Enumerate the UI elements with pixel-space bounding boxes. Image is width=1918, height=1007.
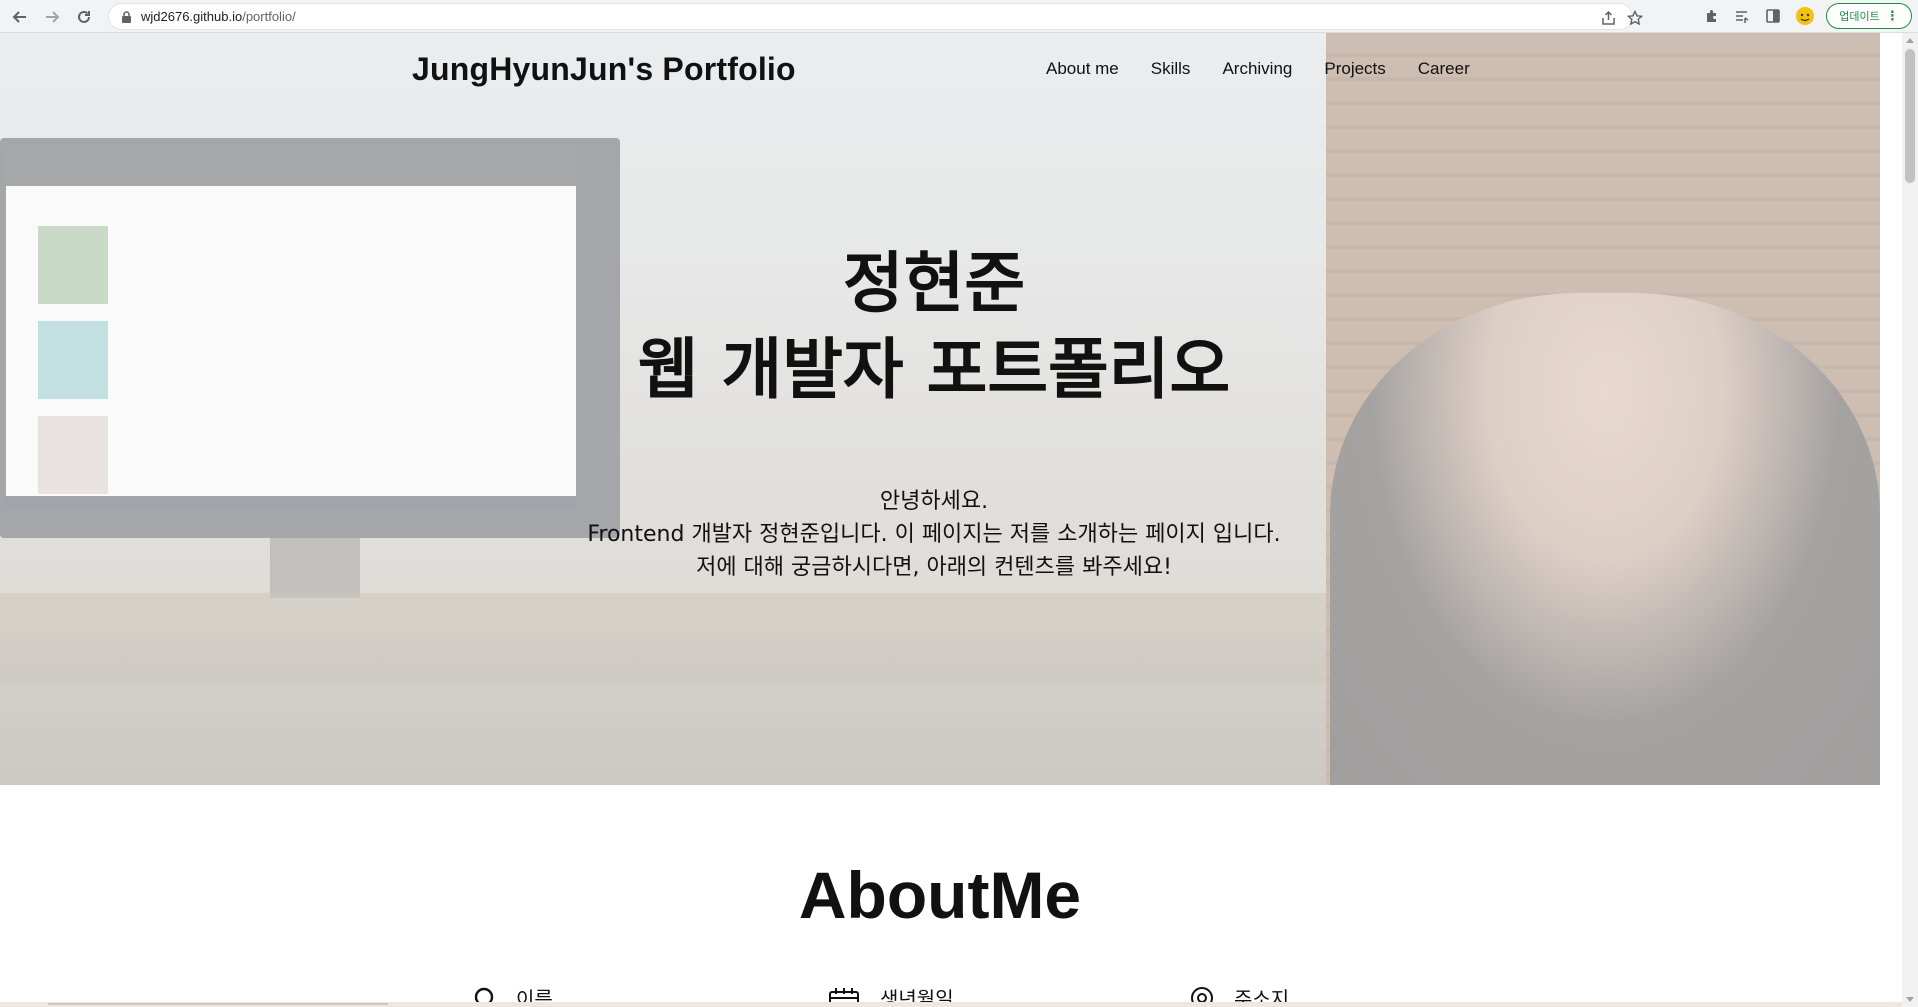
hero-intro: 안녕하세요. Frontend 개발자 정현준입니다. 이 페이지는 저를 소개… [0, 485, 1868, 584]
hero-heading-subtitle: 웹 개발자 포트폴리오 [637, 331, 1231, 408]
arrow-right-icon [46, 11, 60, 23]
scroll-down-arrow-icon[interactable] [1906, 997, 1914, 1002]
scroll-thumb[interactable] [1905, 49, 1915, 183]
more-vert-icon: ⋮ [1885, 8, 1899, 24]
update-label: 업데이트 [1839, 10, 1880, 23]
back-button[interactable] [8, 5, 32, 29]
reading-list-icon[interactable] [1731, 6, 1751, 26]
side-panel-icon[interactable] [1763, 6, 1783, 26]
site-nav: About me Skills Archiving Projects Caree… [1046, 59, 1502, 79]
scroll-up-arrow-icon[interactable] [1906, 38, 1914, 43]
hero-intro-line: Frontend 개발자 정현준입니다. 이 페이지는 저를 소개하는 페이지 … [587, 522, 1281, 547]
url-text: wjd2676.github.io/portfolio/ [141, 9, 296, 24]
address-bar[interactable]: wjd2676.github.io/portfolio/ [108, 3, 1643, 30]
nav-archiving[interactable]: Archiving [1222, 59, 1292, 79]
page-viewport: JungHyunJun's Portfolio About me Skills … [0, 33, 1902, 1007]
share-icon[interactable] [1599, 9, 1617, 27]
hero-intro-line: 안녕하세요. [879, 489, 989, 514]
hero-section: JungHyunJun's Portfolio About me Skills … [0, 33, 1880, 785]
forward-button[interactable] [40, 5, 64, 29]
reload-button[interactable] [72, 5, 96, 29]
hero-intro-line: 저에 대해 궁금하시다면, 아래의 컨텐츠를 봐주세요! [696, 555, 1172, 580]
hero-heading-name: 정현준 [842, 245, 1026, 322]
update-button[interactable]: 업데이트 ⋮ [1826, 3, 1912, 29]
arrow-left-icon [12, 11, 26, 23]
hero-heading: 정현준 웹 개발자 포트폴리오 [0, 241, 1868, 413]
lock-icon [122, 11, 131, 23]
nav-projects[interactable]: Projects [1324, 59, 1385, 79]
page-scrollbar[interactable] [1902, 33, 1918, 1007]
nav-skills[interactable]: Skills [1151, 59, 1191, 79]
about-section-title: AboutMe [798, 858, 1082, 932]
site-title[interactable]: JungHyunJun's Portfolio [412, 51, 796, 88]
bookmark-star-icon[interactable] [1626, 9, 1644, 27]
reload-icon [78, 10, 90, 23]
bottom-edge [0, 1002, 1902, 1007]
browser-toolbar: wjd2676.github.io/portfolio/ 업데이트 ⋮ [0, 0, 1918, 33]
nav-career[interactable]: Career [1418, 59, 1470, 79]
profile-avatar-icon[interactable] [1795, 6, 1815, 26]
extensions-icon[interactable] [1701, 6, 1721, 26]
nav-about-me[interactable]: About me [1046, 59, 1119, 79]
